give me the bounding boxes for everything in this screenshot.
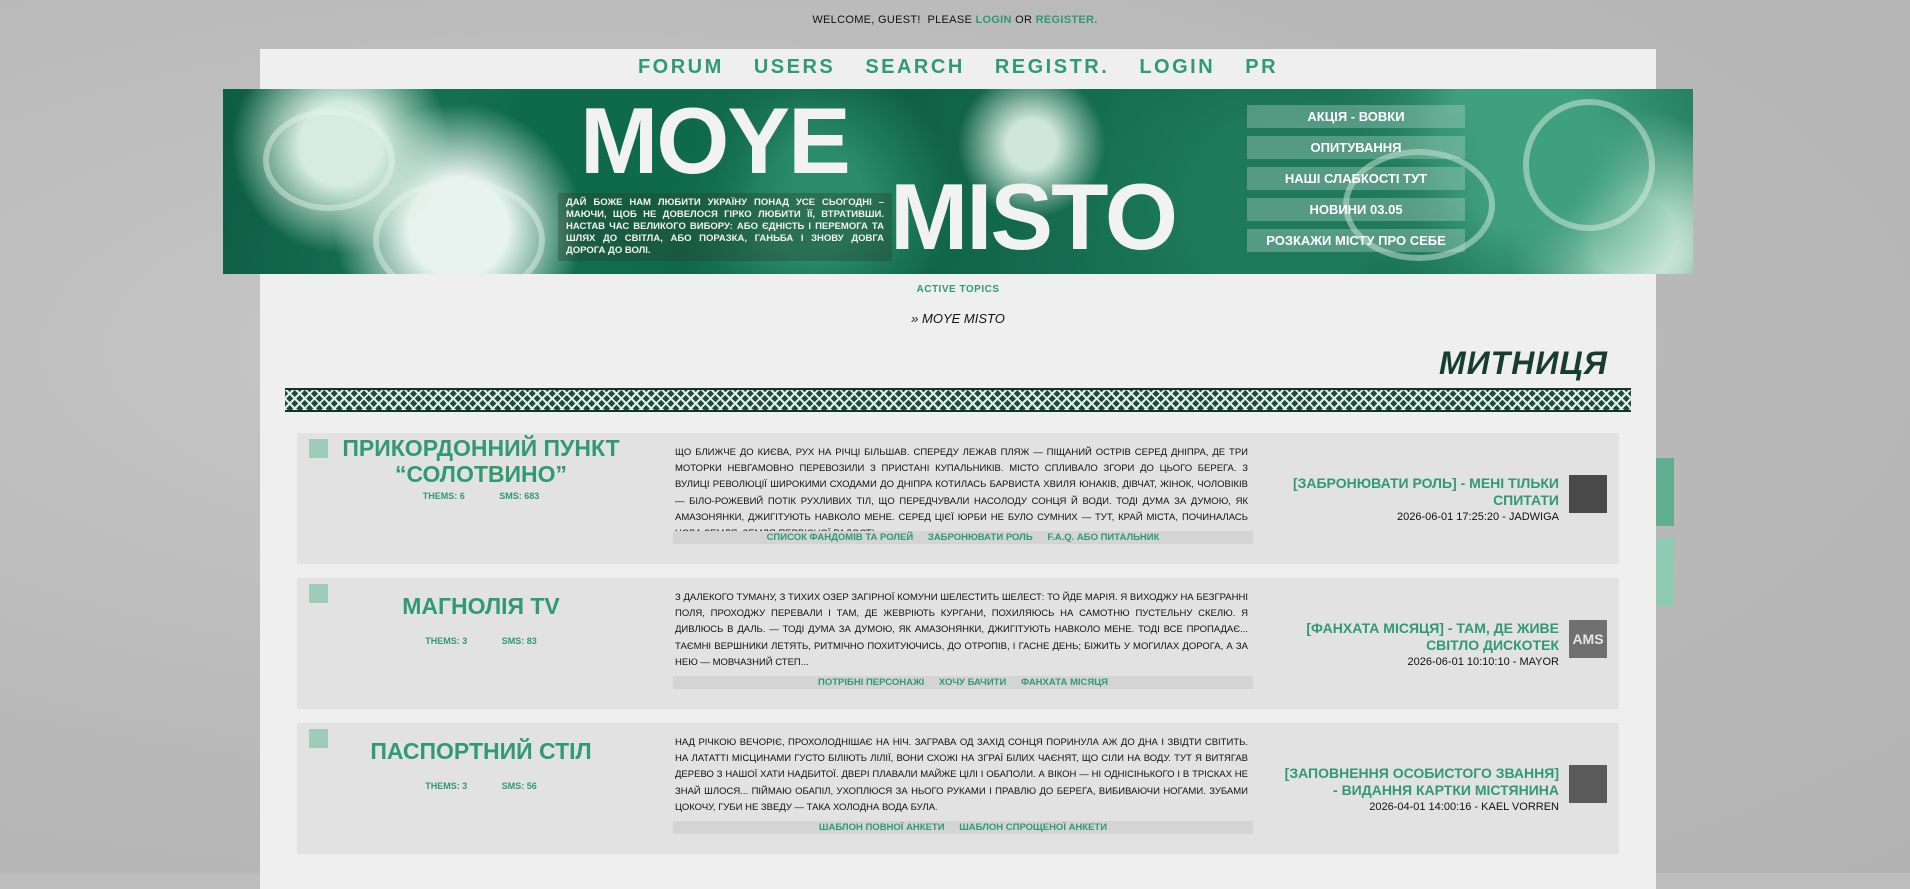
logo-moye: MOYE [580,89,851,193]
forum-sms-count: SMS: 56 [501,781,537,791]
side-tab[interactable] [1656,458,1674,526]
forum-stats: THEMS: 3 SMS: 56 [331,781,631,791]
header-banner: MOYE ДАЙ БОЖЕ НАМ ЛЮБИТИ УКРАЇНУ ПОНАД У… [223,89,1693,274]
or-text: OR [1015,14,1033,26]
forum-stats: THEMS: 3 SMS: 83 [331,636,631,646]
banner-menu-item-weaknesses[interactable]: НАШІ СЛАБКОСТІ ТУТ [1247,167,1465,190]
nav-users[interactable]: USERS [754,56,835,78]
forum-row: ПАСПОРТНИЙ СТІЛ THEMS: 3 SMS: 56 НАД РІЧ… [297,723,1619,854]
forum-sublink[interactable]: ШАБЛОН СПРОЩЕНОЇ АНКЕТИ [959,822,1107,833]
forum-sublinks: ШАБЛОН ПОВНОЇ АНКЕТИ ШАБЛОН СПРОЩЕНОЇ АН… [673,821,1253,834]
forum-status-icon [309,729,328,748]
welcome-text: WELCOME, GUEST! [812,14,921,26]
last-post-title[interactable]: [ФАНХАТА МІСЯЦЯ] - ТАМ, ДЕ ЖИВЕ СВІТЛО Д… [1279,620,1559,654]
forum-sublink[interactable]: ПОТРІБНІ ПЕРСОНАЖІ [818,677,924,688]
ornament-divider [285,388,1631,412]
forum-sublinks: СПИСОК ФАНДОМІВ ТА РОЛЕЙ ЗАБРОНЮВАТИ РОЛ… [673,531,1253,544]
last-post-meta: 2026-04-01 14:00:16 - KAEL VORREN [1369,801,1559,813]
forum-sublink[interactable]: F.A.Q. АБО ПИТАЛЬНИК [1047,532,1159,543]
forum-title[interactable]: ПРИКОРДОННИЙ ПУНКТ “СОЛОТВИНО” [331,435,631,487]
nav-search[interactable]: SEARCH [865,56,964,78]
forum-row: МАГНОЛІЯ TV THEMS: 3 SMS: 83 З ДАЛЕКОГО … [297,578,1619,709]
forum-last-post: [ЗАПОВНЕННЯ ОСОБИСТОГО ЗВАННЯ] - ВИДАННЯ… [1279,765,1559,813]
banner-swirl [373,179,545,274]
category-title: МИТНИЦЯ [1439,345,1608,381]
banner-menu-item-news[interactable]: НОВИНИ 03.05 [1247,198,1465,221]
last-poster-avatar[interactable]: AMS [1569,620,1607,658]
register-link[interactable]: REGISTER. [1036,14,1098,26]
forum-last-post: [ЗАБРОНЮВАТИ РОЛЬ] - МЕНІ ТІЛЬКИ СПИТАТИ… [1279,475,1559,523]
forum-status-icon [309,584,328,603]
last-poster-avatar[interactable] [1569,475,1607,513]
forum-row: ПРИКОРДОННИЙ ПУНКТ “СОЛОТВИНО” THEMS: 6 … [297,433,1619,564]
please-text: PLEASE [927,14,973,26]
last-post-meta: 2026-06-01 10:10:10 - MAYOR [1407,656,1559,668]
forum-description: НАД РІЧКОЮ ВЕЧОРІЄ, ПРОХОЛОДНІШАЄ НА НІЧ… [675,737,1248,813]
forum-description: З ДАЛЕКОГО ТУМАНУ, З ТИХИХ ОЗЕР ЗАГІРНОЇ… [675,592,1248,668]
forum-themes-count: THEMS: 3 [425,636,468,646]
forum-stats: THEMS: 6 SMS: 683 [331,491,631,501]
banner-menu-item-polls[interactable]: ОПИТУВАННЯ [1247,136,1465,159]
top-navigation: FORUM USERS SEARCH REGISTR. LOGIN PR [260,56,1656,79]
forum-status-icon [309,439,328,458]
forum-sms-count: SMS: 83 [501,636,537,646]
welcome-bar: WELCOME, GUEST! PLEASE LOGIN OR REGISTER… [0,14,1910,26]
forum-sms-count: SMS: 683 [499,491,540,501]
banner-motto: ДАЙ БОЖЕ НАМ ЛЮБИТИ УКРАЇНУ ПОНАД УСЕ СЬ… [558,193,892,261]
banner-menu-item-wolves[interactable]: АКЦІЯ - ВОВКИ [1247,105,1465,128]
logo-misto: MISTO [890,164,1178,269]
forum-sublink[interactable]: ЗАБРОНЮВАТИ РОЛЬ [928,532,1033,543]
banner-swirl [263,109,395,211]
nav-pr[interactable]: PR [1245,56,1278,78]
breadcrumb[interactable]: » MOYE MISTO [260,311,1656,326]
last-post-meta: 2026-06-01 17:25:20 - JADWIGA [1396,511,1559,523]
forum-last-post: [ФАНХАТА МІСЯЦЯ] - ТАМ, ДЕ ЖИВЕ СВІТЛО Д… [1279,620,1559,668]
nav-register[interactable]: REGISTR. [995,56,1109,78]
banner-menu-item-tell-city[interactable]: РОЗКАЖИ МІСТУ ПРО СЕБЕ [1247,229,1465,252]
side-tab[interactable] [1656,538,1674,606]
last-post-title[interactable]: [ЗАПОВНЕННЯ ОСОБИСТОГО ЗВАННЯ] - ВИДАННЯ… [1279,765,1559,799]
forum-title[interactable]: МАГНОЛІЯ TV [331,593,631,619]
forum-sublink[interactable]: ХОЧУ БАЧИТИ [939,677,1006,688]
forum-sublink[interactable]: СПИСОК ФАНДОМІВ ТА РОЛЕЙ [767,532,914,543]
forum-sublink[interactable]: ШАБЛОН ПОВНОЇ АНКЕТИ [819,822,945,833]
forum-sublink[interactable]: ФАНХАТА МІСЯЦЯ [1021,677,1108,688]
last-post-title[interactable]: [ЗАБРОНЮВАТИ РОЛЬ] - МЕНІ ТІЛЬКИ СПИТАТИ [1279,475,1559,509]
banner-swirl [1523,99,1655,231]
nav-login[interactable]: LOGIN [1139,56,1215,78]
active-topics-link[interactable]: ACTIVE TOPICS [260,284,1656,295]
last-poster-avatar[interactable] [1569,765,1607,803]
banner-menu: АКЦІЯ - ВОВКИ ОПИТУВАННЯ НАШІ СЛАБКОСТІ … [1247,105,1465,260]
forum-themes-count: THEMS: 6 [422,491,465,501]
forum-description: ЩО БЛИЖЧЕ ДО КИЄВА, РУХ НА РІЧЦІ БІЛЬШАВ… [675,447,1248,539]
forum-themes-count: THEMS: 3 [425,781,468,791]
login-link[interactable]: LOGIN [975,14,1011,26]
forum-sublinks: ПОТРІБНІ ПЕРСОНАЖІ ХОЧУ БАЧИТИ ФАНХАТА М… [673,676,1253,689]
forum-title[interactable]: ПАСПОРТНИЙ СТІЛ [331,738,631,764]
nav-forum[interactable]: FORUM [638,56,724,78]
